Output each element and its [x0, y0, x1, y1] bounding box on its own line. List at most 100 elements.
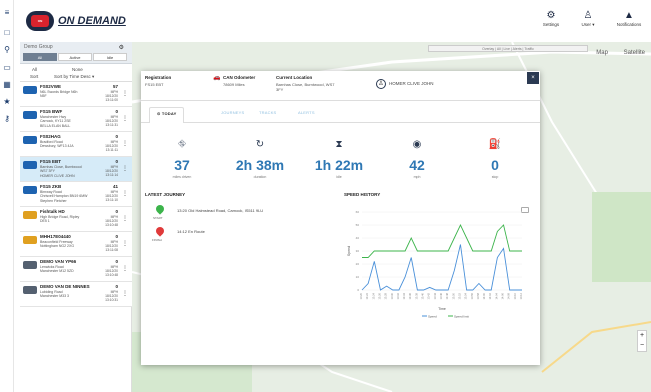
vehicle-name: FS15 EBT: [40, 159, 62, 164]
vehicle-address: Lubiding Road Manchester M33 3: [40, 290, 69, 299]
car-icon: 🚗: [213, 75, 221, 81]
x-tick-label: 14:04: [494, 292, 498, 299]
user-menu-button[interactable]: ♙ User ▾: [578, 10, 598, 36]
vehicle-time: MPH 18/12/20 13:11:00: [105, 90, 118, 103]
stat-idle-label: idle: [336, 175, 342, 179]
vehicle-name: MHH17E04440: [40, 234, 71, 239]
vehicle-time: MPH 18/12/20 13:10:48: [105, 265, 118, 278]
finish-label: FINISH: [152, 238, 162, 242]
stat-duration-label: duration: [253, 175, 267, 179]
latest-journey-title: LATEST JOURNEY: [145, 192, 186, 197]
vehicle-row[interactable]: FS02VWE N6L Swords Bridge N6h N5F 57 MPH 18…: [20, 82, 132, 107]
x-tick-label: 13:52: [457, 292, 461, 299]
vehicle-row[interactable]: FS02HAG Bradford Road Dewsbury, WF13 4JA 0…: [20, 132, 132, 157]
sort-select[interactable]: Sort by Time Desc ▾: [54, 74, 94, 80]
more-options-icon[interactable]: ⋮: [122, 215, 128, 222]
modal-tabs: ⊙ TODAY JOURNEYS TRACKS ALERTS: [141, 107, 540, 123]
app-logo[interactable]: ON DEMAND ON DEMAND: [26, 11, 134, 35]
logo-badge-text: ON DEMAND: [31, 15, 49, 35]
tab-journeys[interactable]: JOURNEYS: [221, 110, 244, 115]
gear-icon[interactable]: ⚙: [119, 44, 124, 51]
x-tick-label: 13:50: [451, 292, 455, 299]
zoom-control[interactable]: + −: [637, 330, 647, 352]
map-overlay-bar[interactable]: Overlay | All | Live | Alerts | Traffic: [428, 45, 588, 52]
tab-alerts[interactable]: ALERTS: [298, 110, 315, 115]
y-tick-label: 50: [356, 223, 360, 227]
speed-history-chart: 010203040506013:20 13:22 13:24 13:26 13:28 13…: [347, 210, 523, 318]
group-selector[interactable]: Demo Group ⚙ All Active Idle: [20, 42, 132, 64]
vehicle-row[interactable]: FS15 BWF Manchester Hwy Carnock, KY11 2SE…: [20, 107, 132, 132]
menu-icon[interactable]: ≡: [3, 9, 11, 17]
status-filter: All Active Idle: [23, 53, 127, 61]
vehicle-row[interactable]: FS15 ZKB Birnway Road Chrisvell Hampton B…: [20, 182, 132, 207]
vehicle-type-icon: [23, 161, 37, 169]
video-icon[interactable]: ▭: [3, 64, 11, 72]
vehicle-row[interactable]: DEMO VAN DE NINNES Lubiding Road Manchest…: [20, 282, 132, 307]
location-icon[interactable]: ⚲: [3, 46, 11, 54]
stat-max-speed-value: 42: [409, 157, 425, 173]
more-options-icon[interactable]: ⋮: [122, 265, 128, 272]
stat-miles: ⛗ 37 miles driven: [147, 139, 217, 179]
layers-icon[interactable]: □: [3, 29, 11, 37]
duration-icon: ↻: [255, 139, 265, 150]
sort-label: Sort: [30, 74, 39, 79]
stat-duration: ↻ 2h 38m duration: [225, 139, 295, 179]
more-options-icon[interactable]: ⋮: [122, 240, 128, 247]
vehicle-type-icon: [23, 211, 37, 219]
more-options-icon[interactable]: ⋮: [122, 140, 128, 147]
user-icon: ♙: [583, 10, 593, 21]
x-tick-label: 13:38: [414, 292, 418, 299]
y-tick-label: 30: [356, 249, 360, 253]
settings-icon: ⚙: [546, 10, 556, 21]
vehicle-type-icon: [23, 236, 37, 244]
group-by-select[interactable]: None: [72, 67, 83, 72]
vehicle-row[interactable]: DEMO VAN YP66 Lenwicks Road Manchester M1…: [20, 257, 132, 282]
filter-all[interactable]: All: [23, 53, 57, 61]
vehicle-row[interactable]: Fishtalk HD High Bridge Road, Ripley DE5 …: [20, 207, 132, 232]
key-icon[interactable]: ⚷: [3, 115, 11, 123]
journey-finish-text[interactable]: 14:12 En Route: [177, 229, 205, 234]
y-axis-label: Speed: [347, 246, 351, 256]
tab-tracks[interactable]: TRACKS: [259, 110, 276, 115]
y-tick-label: 60: [356, 210, 360, 214]
more-options-icon[interactable]: ⋮: [122, 190, 128, 197]
journey-start-text[interactable]: 13:20 Old Halmstead Road, Carnock, IS511…: [177, 208, 263, 213]
notifications-button[interactable]: ▲ Notifications: [614, 10, 644, 36]
stat-idle-value: 1h 22m: [314, 157, 364, 173]
x-tick-label: 14:00: [482, 292, 486, 299]
show-all-select[interactable]: All: [32, 67, 37, 72]
close-button[interactable]: ×: [527, 72, 539, 84]
tab-today[interactable]: ⊙ TODAY: [149, 107, 185, 123]
vehicle-time: MPH 18/12/20 13:11:10: [105, 190, 118, 203]
grid-icon[interactable]: ▦: [3, 81, 11, 89]
tab-today-label: TODAY: [161, 111, 177, 116]
tab-map[interactable]: Map: [596, 50, 608, 56]
stat-miles-value: 37: [174, 157, 190, 173]
vehicle-row[interactable]: MHH17E04440 Beaconfield Freeway Nottingha…: [20, 232, 132, 257]
more-options-icon[interactable]: ⋮: [122, 290, 128, 297]
more-options-icon[interactable]: ⋮: [122, 90, 128, 97]
vehicle-time: MPH 18/12/20 13:10:48: [105, 215, 118, 228]
y-tick-label: 20: [356, 262, 360, 266]
driver-name[interactable]: HOMER CLIVE JOHN: [389, 81, 434, 86]
x-tick-label: 13:56: [470, 292, 474, 299]
more-options-icon[interactable]: ⋮: [122, 165, 128, 172]
odometer-value: 78609 Miles: [223, 82, 245, 87]
vehicle-row[interactable]: FS15 EBT Barnhas Close, Burntwood WS7 3FY…: [20, 157, 132, 182]
vehicle-time: MPH 18/12/20 13:11:14: [105, 165, 118, 178]
left-rail: ≡ □ ⚲ ▭ ▦ ★ ⚷: [0, 0, 14, 392]
map-type-tabs: Map Satellite: [582, 50, 645, 56]
vehicle-address: High Bridge Road, Ripley DE5 1: [40, 215, 80, 224]
settings-button[interactable]: ⚙ Settings: [540, 10, 562, 36]
tab-satellite[interactable]: Satellite: [624, 50, 645, 56]
star-icon[interactable]: ★: [3, 98, 11, 106]
y-tick-label: 40: [356, 236, 360, 240]
x-axis-label: Time: [438, 307, 446, 311]
filter-active[interactable]: Active: [58, 53, 92, 61]
more-options-icon[interactable]: ⋮: [122, 115, 128, 122]
modal-header: Registration FS15 EBT 🚗 CAN Odometer 786…: [141, 71, 540, 101]
vehicle-speed: 0: [115, 209, 118, 214]
vehicle-speed: 0: [115, 134, 118, 139]
filter-idle[interactable]: Idle: [93, 53, 127, 61]
x-tick-label: 13:22: [365, 292, 369, 299]
